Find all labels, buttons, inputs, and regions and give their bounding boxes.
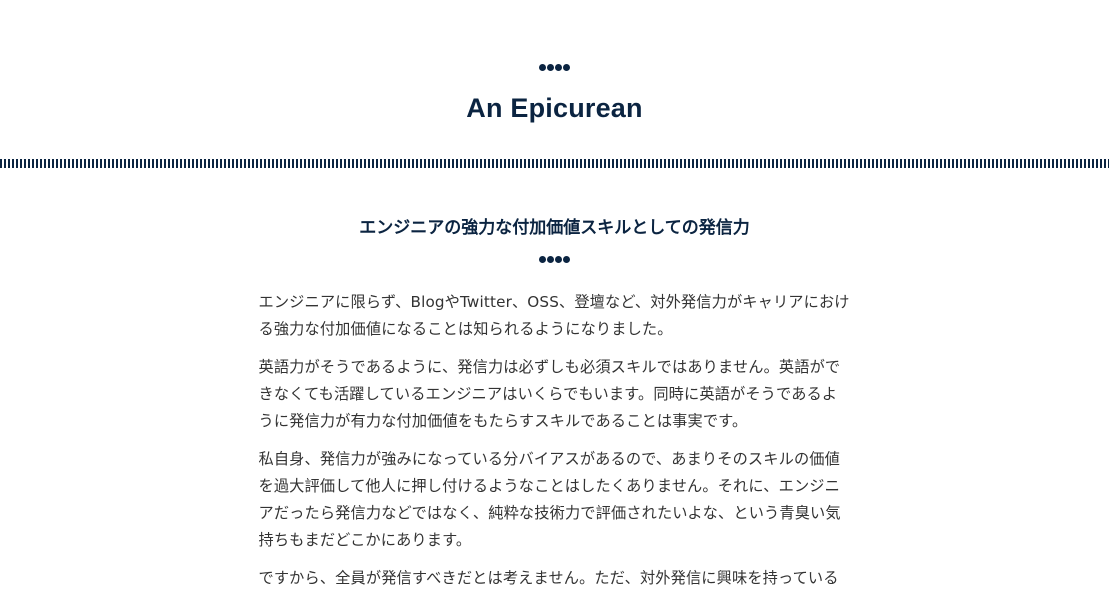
dot-icon	[539, 64, 546, 71]
paragraph: エンジニアに限らず、BlogやTwitter、OSS、登壇など、対外発信力がキャ…	[258, 293, 850, 338]
article: エンジニアの強力な付加価値スキルとしての発信力 エンジニアに限らず、BlogやT…	[0, 168, 1109, 603]
dot-icon	[563, 256, 570, 263]
dot-icon	[563, 64, 570, 71]
post-title: エンジニアの強力な付加価値スキルとしての発信力	[359, 218, 750, 238]
header-dots-ornament	[0, 64, 1109, 71]
paragraph: ですから、全員が発信すべきだとは考えません。ただ、対外発信に興味を持っている	[258, 569, 839, 587]
paragraph: 私自身、発信力が強みになっている分バイアスがあるので、あまりそのスキルの価値を過…	[258, 450, 841, 549]
dot-icon	[547, 64, 554, 71]
striped-divider	[0, 159, 1109, 168]
site-header: An Epicurean	[0, 0, 1109, 175]
dot-icon	[539, 256, 546, 263]
dot-icon	[555, 256, 562, 263]
dot-icon	[547, 256, 554, 263]
paragraph: 英語力がそうであるように、発信力は必ずしも必須スキルではありません。英語ができな…	[258, 358, 841, 430]
site-title-link[interactable]: An Epicurean	[0, 88, 1109, 128]
title-dots-ornament	[0, 256, 1109, 263]
dot-icon	[555, 64, 562, 71]
post-body: エンジニアに限らず、BlogやTwitter、OSS、登壇など、対外発信力がキャ…	[259, 289, 851, 592]
